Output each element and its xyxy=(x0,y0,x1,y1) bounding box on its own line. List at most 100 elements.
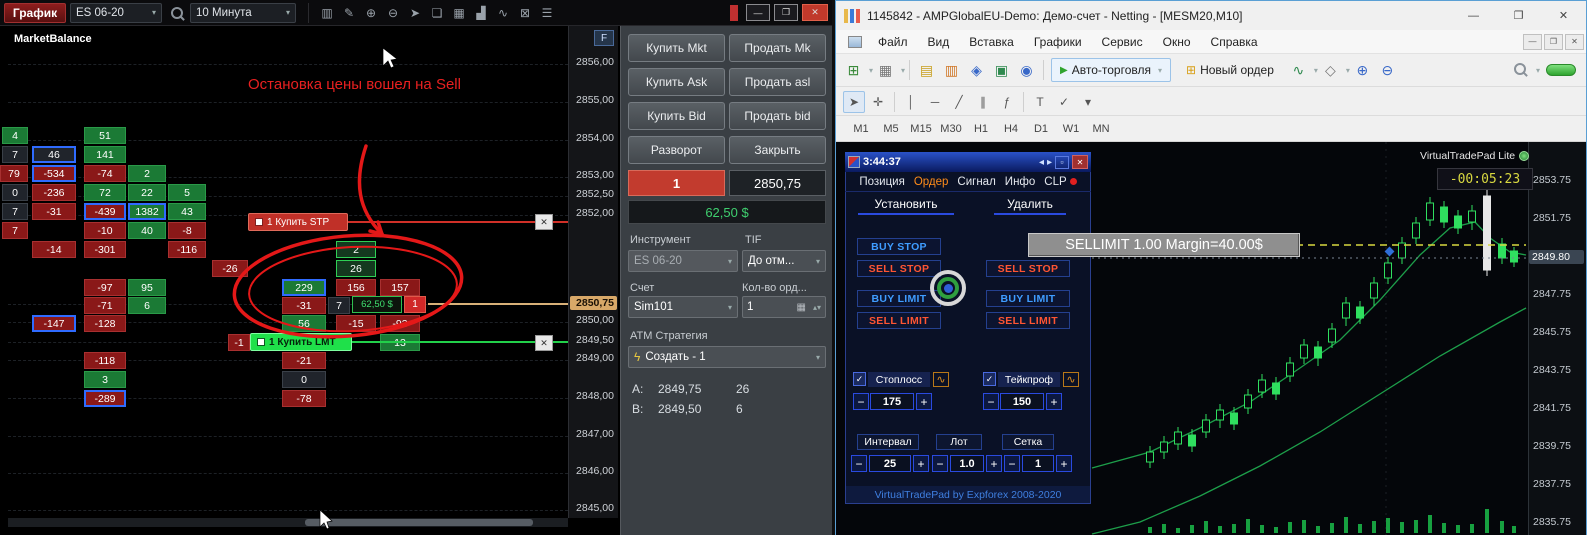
bid-quote-row: B: 2849,50 6 xyxy=(632,402,828,416)
takeprofit-minus-button[interactable]: − xyxy=(983,393,999,410)
grid-plus-button[interactable]: + xyxy=(1056,455,1072,472)
vtp-titlebar[interactable]: 3:44:37 ◂ ▸ ▫ ✕ xyxy=(845,152,1091,172)
instrument-select[interactable]: ES 06-20 ▾ xyxy=(628,250,738,272)
stoploss-label: Стоплосс xyxy=(868,372,930,387)
vtp-tab-сигнал[interactable]: Сигнал xyxy=(957,176,995,188)
chart-style-icon[interactable]: ▥ xyxy=(317,3,337,23)
grid-close-icon[interactable]: ⊠ xyxy=(515,3,535,23)
vtp-tab-ордер[interactable]: Ордер xyxy=(914,176,949,188)
interval-minus-button[interactable]: − xyxy=(851,455,867,472)
interval-value[interactable]: 25 xyxy=(869,455,911,472)
chart-toolbar-icons: ▥ ✎ ⊕ ⊖ ➤ ❏ ▦ ▟ ∿ ⊠ ☰ xyxy=(308,2,557,23)
vtp-close-button[interactable]: ✕ xyxy=(1072,155,1088,169)
footprint-cell: -93 xyxy=(380,315,420,332)
prev-arrow-icon[interactable]: ◂ xyxy=(1039,157,1044,168)
vtp-tab-clp[interactable]: CLP xyxy=(1044,176,1077,188)
grid-value[interactable]: 1 xyxy=(1022,455,1054,472)
footprint-cell: -31 xyxy=(282,297,326,314)
vtp-set-sell-limit-button[interactable]: SELL LIMIT xyxy=(857,312,941,329)
atm-strategy-select[interactable]: ϟ Создать - 1 ▾ xyxy=(628,346,826,368)
minimize-button[interactable]: — xyxy=(746,4,770,21)
wave-icon[interactable]: ∿ xyxy=(493,3,513,23)
calculator-icon[interactable]: ▦ xyxy=(797,302,806,313)
interval-plus-button[interactable]: + xyxy=(913,455,929,472)
takeprofit-plus-button[interactable]: + xyxy=(1046,393,1062,410)
draw-icon[interactable]: ✎ xyxy=(339,3,359,23)
price-axis-label: 2853.75 xyxy=(1533,174,1571,186)
buy-bid-button[interactable]: Купить Bid xyxy=(628,102,725,130)
footprint-cell: -236 xyxy=(32,184,76,201)
order-flag-icon xyxy=(257,338,265,346)
restore-button[interactable]: ❐ xyxy=(774,4,798,21)
footprint-cell: 95 xyxy=(128,279,166,296)
tif-select[interactable]: До отм... ▾ xyxy=(742,250,826,272)
vtp-set-sell-stop-button[interactable]: SELL STOP xyxy=(857,260,941,277)
sell-mkt-button[interactable]: Продать Mk xyxy=(729,34,826,62)
vtp-tab-инфо[interactable]: Инфо xyxy=(1005,176,1035,188)
lot-minus-button[interactable]: − xyxy=(932,455,948,472)
search-icon[interactable] xyxy=(166,3,186,23)
mt5-price-axis[interactable] xyxy=(1528,142,1586,535)
stepper-arrows-icon[interactable]: ▴▾ xyxy=(813,303,821,312)
fit-button[interactable]: F xyxy=(594,30,614,46)
position-pnl: 62,50 $ xyxy=(628,200,826,224)
vtp-set-buy-stop-button[interactable]: BUY STOP xyxy=(857,238,941,255)
vtp-delete-buy-limit-button[interactable]: BUY LIMIT xyxy=(986,290,1070,307)
zoom-in-icon[interactable]: ⊕ xyxy=(361,3,381,23)
vtp-delete-sell-stop-button[interactable]: SELL STOP xyxy=(986,260,1070,277)
footprint-cell: -26 xyxy=(212,260,248,277)
takeprofit-trailing-icon[interactable]: ∿ xyxy=(1063,372,1079,387)
takeprofit-value[interactable]: 150 xyxy=(1000,393,1044,410)
footprint-cell: -439 xyxy=(84,203,126,220)
footprint-cell: 2 xyxy=(336,241,376,258)
cursor-icon[interactable]: ➤ xyxy=(405,3,425,23)
cancel-limit-order-button[interactable]: ✕ xyxy=(535,335,553,351)
lot-value[interactable]: 1.0 xyxy=(950,455,984,472)
sell-limit-order-label[interactable]: SELLIMIT 1.00 Margin=40.00$ xyxy=(1028,233,1300,257)
set-orders-header[interactable]: Установить xyxy=(858,197,954,215)
scrollbar-thumb[interactable] xyxy=(305,519,533,526)
buy-mkt-button[interactable]: Купить Mkt xyxy=(628,34,725,62)
next-arrow-icon[interactable]: ▸ xyxy=(1047,157,1052,168)
symbol-select[interactable]: ES 06-20 ▾ xyxy=(70,2,162,23)
interval-label: Интервал xyxy=(857,434,919,450)
sell-ask-button[interactable]: Продать asl xyxy=(729,68,826,96)
price-axis-label: 2847.75 xyxy=(1533,288,1571,300)
vtp-lite-icon xyxy=(1519,151,1530,161)
panel-grid-icon[interactable]: ▦ xyxy=(449,3,469,23)
list-icon[interactable]: ☰ xyxy=(537,3,557,23)
lot-plus-button[interactable]: + xyxy=(986,455,1002,472)
delete-orders-header[interactable]: Удалить xyxy=(994,197,1066,215)
sell-bid-button[interactable]: Продать bid xyxy=(729,102,826,130)
stoploss-checkbox[interactable]: ✓ xyxy=(853,372,866,386)
limit-order-marker[interactable]: 1 Купить LMT xyxy=(250,333,352,351)
orders-qty-label: Кол-во орд... xyxy=(742,282,807,294)
chart-app-tab[interactable]: График xyxy=(4,2,66,23)
interval-select[interactable]: 10 Минута ▾ xyxy=(190,2,296,23)
vtp-set-buy-limit-button[interactable]: BUY LIMIT xyxy=(857,290,941,307)
takeprofit-checkbox[interactable]: ✓ xyxy=(983,372,996,386)
close-position-button[interactable]: Закрыть xyxy=(729,136,826,164)
footprint-cell: -118 xyxy=(84,352,126,369)
grid-minus-button[interactable]: − xyxy=(1004,455,1020,472)
close-button[interactable]: ✕ xyxy=(802,4,828,21)
zoom-out-icon[interactable]: ⊖ xyxy=(383,3,403,23)
snapshot-icon[interactable]: ❏ xyxy=(427,3,447,23)
stoploss-plus-button[interactable]: + xyxy=(916,393,932,410)
stoploss-value[interactable]: 175 xyxy=(870,393,914,410)
quantity-stepper[interactable]: 1 ▦ ▴▾ xyxy=(742,296,826,318)
vtp-tab-позиция[interactable]: Позиция xyxy=(859,176,904,188)
bars-icon[interactable]: ▟ xyxy=(471,3,491,23)
horizontal-scrollbar[interactable] xyxy=(8,518,568,527)
chart-window-titlebar[interactable]: График ES 06-20 ▾ 10 Минута ▾ ▥ ✎ ⊕ ⊖ ➤ ❏ ▦ ▟ ∿ ⊠ ☰ … xyxy=(0,0,832,26)
stop-order-marker[interactable]: 1 Купить STP xyxy=(248,213,348,231)
stoploss-minus-button[interactable]: − xyxy=(853,393,869,410)
cancel-stop-order-button[interactable]: ✕ xyxy=(535,214,553,230)
annotation-text: Остановка цены вошел на Sell xyxy=(248,76,461,93)
buy-ask-button[interactable]: Купить Ask xyxy=(628,68,725,96)
account-select[interactable]: Sim101 ▾ xyxy=(628,296,738,318)
stoploss-trailing-icon[interactable]: ∿ xyxy=(933,372,949,387)
collapse-icon[interactable]: ▫ xyxy=(1055,155,1069,169)
vtp-delete-sell-limit-button[interactable]: SELL LIMIT xyxy=(986,312,1070,329)
reverse-button[interactable]: Разворот xyxy=(628,136,725,164)
